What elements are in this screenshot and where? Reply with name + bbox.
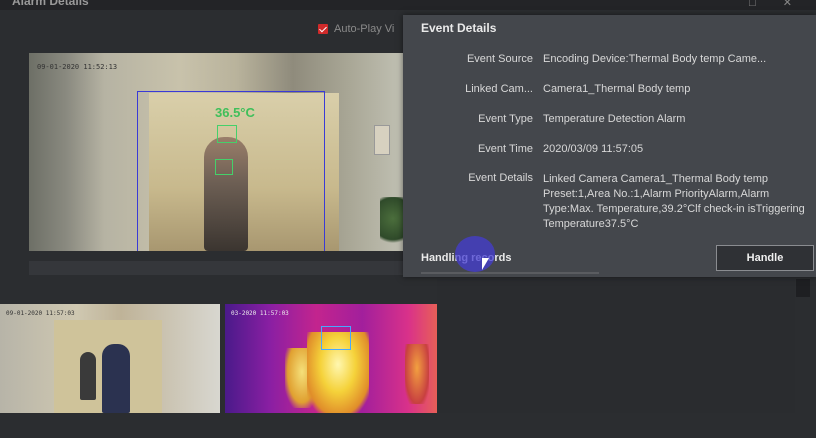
field-value: 2020/03/09 11:57:05 [543, 143, 644, 155]
cursor-highlight [455, 236, 495, 272]
field-value: Temperature Detection Alarm [543, 113, 686, 125]
autoplay-label: Auto-Play Vi [334, 23, 395, 35]
field-value: Encoding Device:Thermal Body temp Came..… [543, 53, 767, 65]
body-detection-box [215, 159, 233, 175]
field-label: Event Details [468, 172, 533, 184]
handle-button[interactable]: Handle [716, 245, 814, 271]
thumb-osd-time: 09-01-2020 11:57:03 [6, 310, 75, 317]
window-controls[interactable]: □ ✕ [749, 0, 804, 9]
autoplay-checkbox[interactable] [318, 24, 328, 34]
thumb-person-1 [80, 352, 96, 400]
field-label: Linked Cam... [465, 83, 533, 95]
mouse-cursor-icon [482, 258, 489, 270]
playback-bar[interactable] [29, 261, 406, 275]
panel-title: Event Details [421, 21, 497, 35]
scrollbar[interactable] [796, 279, 810, 297]
video-person [204, 137, 248, 251]
title-bar: Alarm Details □ ✕ [0, 0, 816, 10]
field-label: Event Time [477, 143, 533, 155]
field-label: Event Source [466, 53, 533, 65]
video-osd-time: 09-01-2020 11:52:13 [37, 63, 118, 71]
wall-sign [374, 125, 390, 155]
thumb-person-2 [102, 344, 130, 413]
thermal-detection-box [321, 326, 351, 350]
field-value: Linked Camera Camera1_Thermal Body temp … [543, 173, 805, 230]
empty-view-area [437, 279, 795, 413]
main-video-view[interactable]: 09-01-2020 11:52:13 36.5°C [29, 53, 406, 251]
autoplay-toggle[interactable]: Auto-Play Vi [318, 23, 394, 35]
tab-underline [421, 272, 599, 274]
thermal-person-3 [405, 344, 429, 404]
window-title: Alarm Details [12, 0, 89, 8]
field-label: Event Type [478, 113, 533, 125]
temperature-overlay: 36.5°C [215, 105, 255, 120]
thumbnail-visible-camera[interactable]: 09-01-2020 11:57:03 [0, 304, 220, 413]
thumbnail-thermal-camera[interactable]: 03-2020 11:57:03 [225, 304, 454, 413]
field-value: Camera1_Thermal Body temp [543, 83, 691, 95]
thermal-osd-time: 03-2020 11:57:03 [231, 310, 289, 317]
face-detection-box [217, 125, 237, 143]
